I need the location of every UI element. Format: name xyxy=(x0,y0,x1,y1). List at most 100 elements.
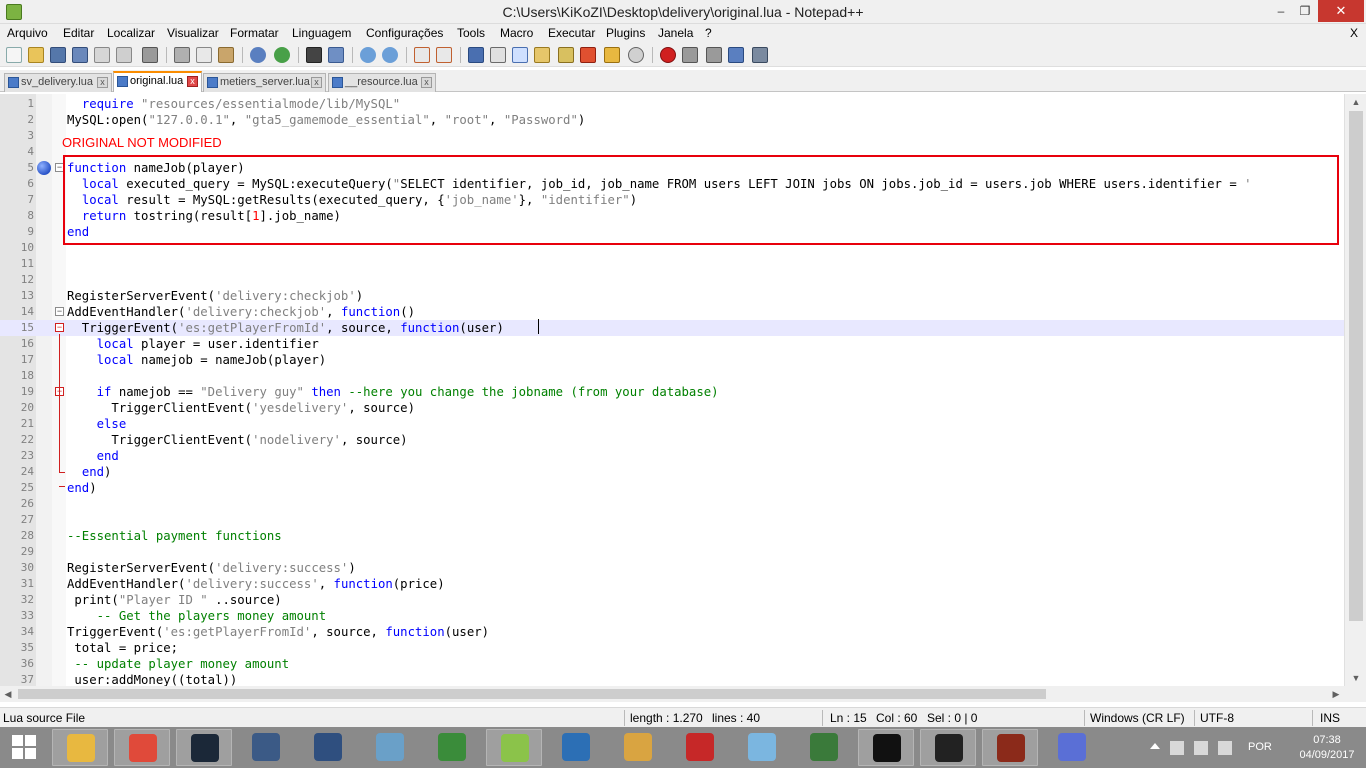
network-icon[interactable] xyxy=(1170,741,1184,755)
menu-plugins[interactable]: Plugins xyxy=(606,26,645,40)
code-line[interactable]: 30 RegisterServerEvent('delivery:success'… xyxy=(0,560,1344,576)
status-insert-mode[interactable]: INS xyxy=(1320,711,1340,725)
code-line[interactable]: 36 -- update player money amount xyxy=(0,656,1344,672)
taskbar-app-button[interactable] xyxy=(176,729,232,766)
horizontal-scroll-thumb[interactable] xyxy=(18,689,1046,699)
volume-icon[interactable] xyxy=(1218,741,1232,755)
code-line[interactable]: 28 --Essential payment functions xyxy=(0,528,1344,544)
tab-close-icon[interactable]: x xyxy=(311,77,322,88)
status-encoding[interactable]: UTF-8 xyxy=(1200,711,1234,725)
code-text[interactable]: TriggerEvent('es:getPlayerFromId', sourc… xyxy=(67,320,504,336)
play-macro-icon[interactable] xyxy=(706,47,722,63)
new-file-icon[interactable] xyxy=(6,47,22,63)
print-icon[interactable] xyxy=(142,47,158,63)
user-language-icon[interactable] xyxy=(534,47,550,63)
save-all-icon[interactable] xyxy=(72,47,88,63)
copy-icon[interactable] xyxy=(196,47,212,63)
tab-sv-delivery[interactable]: sv_delivery.lua x xyxy=(4,73,112,92)
language-indicator[interactable]: POR xyxy=(1248,741,1272,755)
menu-localizar[interactable]: Localizar xyxy=(107,26,155,40)
indent-guide-icon[interactable] xyxy=(512,47,528,63)
menu-linguagem[interactable]: Linguagem xyxy=(292,26,351,40)
bookmark-icon[interactable] xyxy=(37,161,51,175)
tab-close-icon[interactable]: x xyxy=(421,77,432,88)
code-text[interactable]: end xyxy=(67,448,119,464)
code-line[interactable]: 12 xyxy=(0,272,1344,288)
code-text[interactable]: TriggerClientEvent('yesdelivery', source… xyxy=(67,400,415,416)
start-button[interactable] xyxy=(0,727,50,768)
function-list-icon[interactable] xyxy=(580,47,596,63)
show-hidden-icons-icon[interactable] xyxy=(1150,743,1160,749)
code-text[interactable]: --Essential payment functions xyxy=(67,528,282,544)
stop-record-icon[interactable] xyxy=(682,47,698,63)
sync-horizontal-icon[interactable] xyxy=(436,47,452,63)
close-all-icon[interactable] xyxy=(116,47,132,63)
taskbar-app-button[interactable] xyxy=(672,729,728,766)
menu-help[interactable]: ? xyxy=(705,26,712,40)
code-line[interactable]: 27 xyxy=(0,512,1344,528)
clock-date[interactable]: 04/09/2017 xyxy=(1294,749,1360,761)
code-line[interactable]: 29 xyxy=(0,544,1344,560)
scroll-up-icon[interactable]: ▲ xyxy=(1345,94,1366,110)
code-text[interactable]: require "resources/essentialmode/lib/MyS… xyxy=(67,96,400,112)
code-text[interactable]: -- Get the players money amount xyxy=(67,608,327,624)
cut-icon[interactable] xyxy=(174,47,190,63)
taskbar-app-button[interactable] xyxy=(920,729,976,766)
horizontal-scrollbar[interactable]: ◀ ▶ xyxy=(0,686,1344,702)
save-icon[interactable] xyxy=(50,47,66,63)
code-line[interactable]: 24 end) xyxy=(0,464,1344,480)
taskbar-app-button[interactable] xyxy=(238,729,294,766)
code-line[interactable]: 15 TriggerEvent('es:getPlayerFromId', so… xyxy=(0,320,1344,336)
code-text[interactable]: total = price; xyxy=(67,640,178,656)
code-line[interactable]: 14 AddEventHandler('delivery:checkjob', f… xyxy=(0,304,1344,320)
taskbar-app-button[interactable] xyxy=(610,729,666,766)
code-line[interactable]: 31 AddEventHandler('delivery:success', fu… xyxy=(0,576,1344,592)
code-text[interactable]: local namejob = nameJob(player) xyxy=(67,352,327,368)
scroll-left-icon[interactable]: ◀ xyxy=(0,686,16,702)
code-text[interactable]: -- update player money amount xyxy=(67,656,289,672)
code-text[interactable]: user:addMoney((total)) xyxy=(67,672,237,686)
menu-editar[interactable]: Editar xyxy=(63,26,94,40)
code-line[interactable]: 17 local namejob = nameJob(player) xyxy=(0,352,1344,368)
find-icon[interactable] xyxy=(306,47,322,63)
sync-vertical-icon[interactable] xyxy=(414,47,430,63)
menu-executar[interactable]: Executar xyxy=(548,26,595,40)
open-file-icon[interactable] xyxy=(28,47,44,63)
code-line[interactable]: 26 xyxy=(0,496,1344,512)
code-line[interactable]: 18 xyxy=(0,368,1344,384)
code-text[interactable]: TriggerClientEvent('nodelivery', source) xyxy=(67,432,407,448)
menu-formatar[interactable]: Formatar xyxy=(230,26,279,40)
tab-metiers-server[interactable]: metiers_server.lua x xyxy=(203,73,326,92)
close-document-x[interactable]: X xyxy=(1350,26,1358,40)
document-map-icon[interactable] xyxy=(558,47,574,63)
code-text[interactable]: RegisterServerEvent('delivery:success') xyxy=(67,560,356,576)
taskbar-app-button[interactable] xyxy=(114,729,170,766)
menu-tools[interactable]: Tools xyxy=(457,26,485,40)
folder-as-workspace-icon[interactable] xyxy=(604,47,620,63)
menu-janela[interactable]: Janela xyxy=(658,26,693,40)
taskbar-app-button[interactable] xyxy=(362,729,418,766)
code-line[interactable]: 13 RegisterServerEvent('delivery:checkjob… xyxy=(0,288,1344,304)
code-text[interactable]: AddEventHandler('delivery:checkjob', fun… xyxy=(67,304,415,320)
monitoring-icon[interactable] xyxy=(628,47,644,63)
code-text[interactable]: print("Player ID " ..source) xyxy=(67,592,281,608)
tab-resource[interactable]: __resource.lua x xyxy=(328,73,436,92)
code-text[interactable]: end) xyxy=(67,464,112,480)
code-line[interactable]: 2 MySQL:open("127.0.0.1", "gta5_gamemode_… xyxy=(0,112,1344,128)
vertical-scrollbar[interactable]: ▲ ▼ xyxy=(1344,94,1366,686)
run-macro-multiple-icon[interactable] xyxy=(728,47,744,63)
menu-arquivo[interactable]: Arquivo xyxy=(7,26,48,40)
taskbar-app-button[interactable] xyxy=(858,729,914,766)
word-wrap-icon[interactable] xyxy=(468,47,484,63)
zoom-in-icon[interactable] xyxy=(360,47,376,63)
code-line[interactable]: 16 local player = user.identifier xyxy=(0,336,1344,352)
code-text[interactable]: else xyxy=(67,416,127,432)
fold-toggle-line-14[interactable]: − xyxy=(55,307,64,316)
maximize-button[interactable]: ❐ xyxy=(1290,0,1320,22)
vertical-scroll-thumb[interactable] xyxy=(1349,111,1363,621)
code-line[interactable]: 33 -- Get the players money amount xyxy=(0,608,1344,624)
show-all-chars-icon[interactable] xyxy=(490,47,506,63)
code-line[interactable]: 23 end xyxy=(0,448,1344,464)
code-text[interactable]: RegisterServerEvent('delivery:checkjob') xyxy=(67,288,363,304)
menu-configuracoes[interactable]: Configurações xyxy=(366,26,443,40)
